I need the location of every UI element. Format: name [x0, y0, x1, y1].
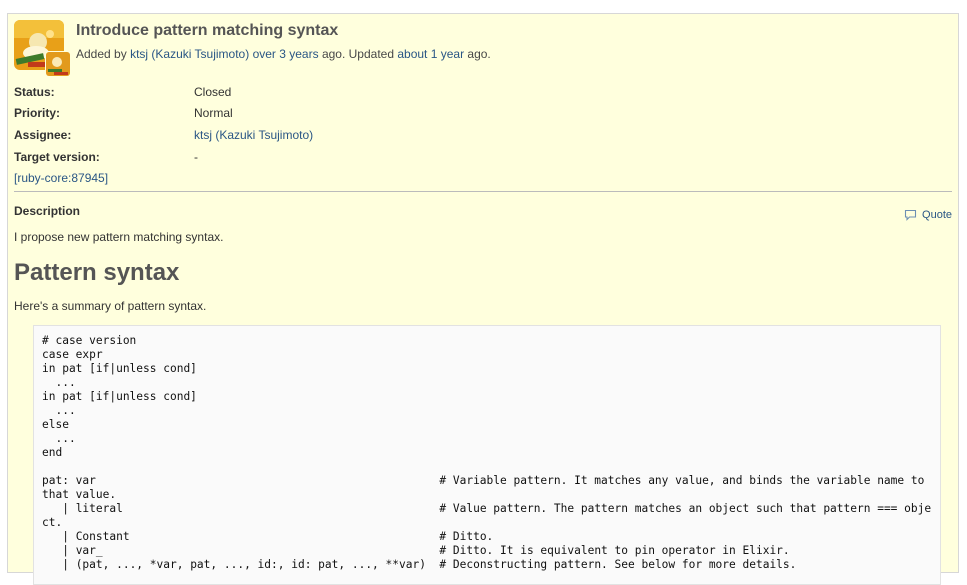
quote-button[interactable]: Quote: [904, 209, 952, 221]
assignee-label: Assignee:: [14, 128, 72, 142]
description-label: Description: [14, 204, 81, 218]
issue-title: Introduce pattern matching syntax: [76, 22, 339, 39]
issue-panel: Introduce pattern matching syntax Added …: [7, 13, 959, 585]
target-version-value: -: [194, 150, 198, 164]
summary-text: Here's a summary of pattern syntax.: [14, 299, 207, 313]
status-value: Closed: [194, 85, 232, 99]
issue-author-line: Added by ktsj (Kazuki Tsujimoto) over 3 …: [76, 47, 491, 61]
comment-icon: [904, 209, 917, 221]
author-middle: ago. Updated: [321, 47, 394, 61]
ruby-core-reference-link[interactable]: [ruby-core:87945]: [14, 171, 108, 185]
author-prefix: Added by: [76, 47, 127, 61]
description-intro: I propose new pattern matching syntax.: [14, 230, 224, 244]
target-version-label: Target version:: [14, 150, 100, 164]
code-block: # case version case expr in pat [if|unle…: [33, 325, 941, 585]
assignee-avatar-image: [46, 52, 70, 76]
divider: [14, 191, 952, 192]
assignee-link[interactable]: ktsj (Kazuki Tsujimoto): [194, 128, 313, 142]
pattern-syntax-heading: Pattern syntax: [14, 259, 180, 286]
author-suffix: ago.: [467, 47, 491, 61]
created-time-link[interactable]: over 3 years: [253, 47, 319, 61]
assignee-avatar[interactable]: [45, 51, 71, 77]
priority-value: Normal: [194, 106, 233, 120]
quote-label: Quote: [922, 209, 952, 221]
priority-label: Priority:: [14, 106, 61, 120]
updated-time-link[interactable]: about 1 year: [397, 47, 464, 61]
author-link[interactable]: ktsj (Kazuki Tsujimoto): [130, 47, 249, 61]
status-label: Status:: [14, 85, 55, 99]
